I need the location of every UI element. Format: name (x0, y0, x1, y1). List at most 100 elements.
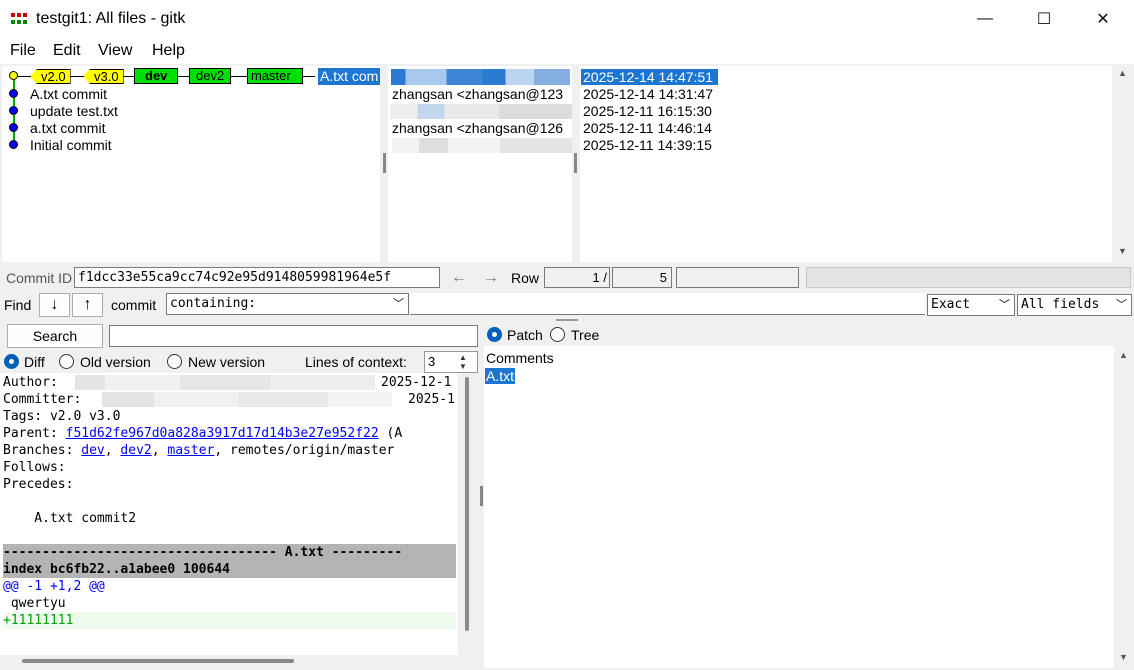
commit-id-field[interactable]: f1dcc33e55ca9cc74c92e95d9148059981964e5f (74, 267, 440, 288)
redacted-author (75, 375, 375, 390)
tree-label[interactable]: Tree (571, 327, 599, 343)
commit-author[interactable]: zhangsan <zhangsan@126 (392, 120, 563, 137)
commit-id-label: Commit ID (6, 270, 73, 286)
file-list-scrollbar[interactable]: ▲ ▼ (1115, 346, 1132, 668)
commit-date[interactable]: 2025-12-11 14:46:14 (583, 120, 712, 137)
commit-subject[interactable]: A.txt commit (30, 86, 107, 103)
gitk-app-icon (11, 13, 29, 25)
old-version-radio[interactable] (59, 354, 74, 369)
head-commit-node (9, 71, 18, 80)
menu-file[interactable]: File (10, 42, 36, 60)
find-prev-button[interactable]: ↑ (72, 293, 103, 317)
file-list-comments[interactable]: Comments (486, 350, 554, 366)
commit-list-scrollbar[interactable]: ▲ ▼ (1114, 66, 1132, 262)
row-label: Row (511, 270, 540, 286)
branch-link-dev[interactable]: dev (81, 443, 104, 458)
commit-node (9, 123, 18, 132)
commit-node (9, 140, 18, 149)
menu-edit[interactable]: Edit (53, 42, 81, 60)
fields-select[interactable]: All fields ﹀ (1017, 294, 1132, 316)
horizontal-sash[interactable] (556, 319, 578, 321)
find-mode-value: containing: (170, 296, 257, 311)
find-string-input[interactable] (410, 293, 925, 315)
minimize-button[interactable]: — (956, 0, 1014, 38)
pane-sash[interactable] (383, 153, 386, 173)
tags-line: Tags: v2.0 v3.0 (3, 409, 121, 424)
old-version-label[interactable]: Old version (80, 354, 151, 370)
menu-view[interactable]: View (98, 42, 132, 60)
branch-master[interactable]: master (247, 68, 303, 84)
pane-sash[interactable] (574, 153, 577, 173)
details-vscrollbar[interactable] (458, 373, 476, 655)
author-date: 2025-12-1 (381, 375, 452, 390)
branches-label: Branches: (3, 443, 74, 458)
patch-radio[interactable] (487, 327, 502, 342)
search-button[interactable]: Search (7, 324, 103, 348)
context-label: Lines of context: (305, 354, 407, 370)
selected-author-redacted (391, 69, 570, 85)
branch-dev[interactable]: dev (134, 68, 179, 84)
find-type-label: commit (111, 297, 157, 313)
file-list-item-selected[interactable]: A.txt (485, 368, 516, 384)
diff-added-line: +11111111 (3, 613, 74, 628)
patch-label[interactable]: Patch (507, 327, 543, 343)
find-next-button[interactable]: ↓ (39, 293, 70, 317)
row-current: 1 / (544, 267, 610, 288)
branch-dev2[interactable]: dev2 (189, 68, 232, 84)
diff-hunk-header: @@ -1 +1,2 @@ (3, 579, 105, 594)
branch-link-dev2[interactable]: dev2 (120, 443, 151, 458)
selected-commit-headline[interactable]: A.txt com (318, 68, 380, 85)
commit-details-view[interactable]: Author: 2025-12-1 Committer: 2025-1 Tags… (0, 373, 458, 655)
match-type-value: Exact (931, 297, 971, 312)
commit-author[interactable]: zhangsan <zhangsan@123 (392, 86, 563, 103)
tag-v3[interactable]: v3.0 (83, 69, 124, 84)
precedes-line: Precedes: (3, 477, 74, 492)
details-hscrollbar[interactable] (0, 655, 476, 668)
diff-context-line: qwertyu (3, 596, 66, 611)
branch-link-master[interactable]: master (167, 443, 214, 458)
window-title: testgit1: All files - gitk (36, 10, 186, 27)
diff-file-header: ----------------------------------- A.tx… (3, 545, 403, 560)
follows-line: Follows: (3, 460, 66, 475)
maximize-button[interactable]: ☐ (1015, 0, 1073, 38)
context-spinbox[interactable]: 3 (424, 351, 478, 373)
spin-arrows-icon[interactable]: ▲ ▼ (459, 353, 467, 371)
status-field (676, 267, 799, 288)
commit-subject[interactable]: update test.txt (30, 103, 118, 120)
selected-commit-date[interactable]: 2025-12-14 14:47:51 (581, 69, 718, 85)
tag-v2[interactable]: v2.0 (30, 69, 71, 84)
tree-radio[interactable] (550, 327, 565, 342)
chevron-down-icon: ﹀ (393, 297, 404, 310)
new-version-label[interactable]: New version (188, 354, 265, 370)
new-version-radio[interactable] (167, 354, 182, 369)
back-button[interactable]: ← (444, 267, 474, 288)
search-input[interactable] (109, 325, 478, 347)
redacted-committer (102, 392, 392, 407)
parent-line: Parent: f51d62fe967d0a828a3917d17d14b3e2… (3, 425, 402, 442)
chevron-down-icon: ﹀ (1116, 298, 1127, 311)
commit-subject[interactable]: Initial commit (30, 137, 112, 154)
branches-tail: , remotes/origin/master (214, 443, 395, 458)
commit-subject[interactable]: a.txt commit (30, 120, 105, 137)
match-type-select[interactable]: Exact ﹀ (927, 294, 1015, 316)
forward-button[interactable]: → (476, 267, 506, 288)
vertical-sash[interactable] (480, 486, 483, 506)
fields-value: All fields (1021, 297, 1100, 312)
find-mode-select[interactable]: containing: ﹀ (166, 293, 409, 315)
author-line: Author: (3, 375, 58, 390)
file-list-pane[interactable] (484, 346, 1114, 668)
branches-line: Branches: dev, dev2, master, remotes/ori… (3, 443, 395, 458)
committer-line: Committer: (3, 392, 82, 407)
commit-date[interactable]: 2025-12-11 14:39:15 (583, 137, 712, 154)
diff-radio-label[interactable]: Diff (24, 354, 45, 370)
close-button[interactable]: ✕ (1074, 0, 1132, 38)
diff-radio[interactable] (4, 354, 19, 369)
commit-date[interactable]: 2025-12-14 14:31:47 (583, 86, 713, 103)
commit-message: A.txt commit2 (3, 511, 137, 526)
parent-link[interactable]: f51d62fe967d0a828a3917d17d14b3e27e952f22 (66, 426, 379, 441)
parent-label: Parent: (3, 426, 58, 441)
progress-bar (806, 267, 1131, 288)
commit-date[interactable]: 2025-12-11 16:15:30 (583, 103, 712, 120)
menu-help[interactable]: Help (152, 42, 185, 60)
redacted-author (392, 138, 572, 153)
